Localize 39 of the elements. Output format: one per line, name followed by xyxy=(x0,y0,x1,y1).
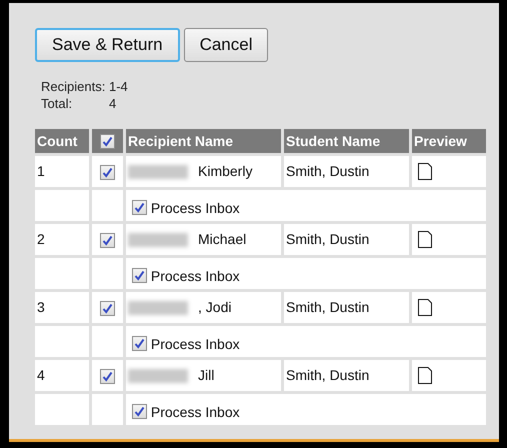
table-cell: 4 xyxy=(35,360,89,391)
recipient-name: Jill xyxy=(198,367,214,383)
checkbox[interactable] xyxy=(132,200,147,216)
checkbox[interactable] xyxy=(100,300,115,316)
table-cell: 2 xyxy=(35,224,89,255)
document-icon[interactable] xyxy=(418,367,432,384)
recipient-name: , Jodi xyxy=(198,299,232,315)
option-label: Process Inbox xyxy=(150,335,240,352)
table-cell: Smith, Dustin xyxy=(284,224,409,255)
summary-label: Recipients: xyxy=(41,78,106,95)
button[interactable]: Save & Return xyxy=(35,28,180,62)
checkbox[interactable] xyxy=(100,368,115,384)
button[interactable]: Cancel xyxy=(184,28,268,62)
column-header: Student Name xyxy=(284,129,409,153)
checkbox[interactable] xyxy=(132,268,147,284)
checkbox[interactable] xyxy=(132,404,147,420)
summary-label: Total: xyxy=(41,95,74,112)
table-cell: 1 xyxy=(35,156,89,187)
checkbox[interactable] xyxy=(132,336,147,352)
summary-value: 1-4 xyxy=(109,78,128,95)
option-label: Process Inbox xyxy=(150,403,240,420)
checkbox[interactable] xyxy=(100,164,115,180)
document-icon[interactable] xyxy=(418,299,432,316)
document-icon[interactable] xyxy=(418,163,432,180)
checkbox[interactable] xyxy=(100,232,115,248)
recipient-name: Michael xyxy=(198,231,246,247)
summary-value: 4 xyxy=(109,95,116,112)
table-cell: 3 xyxy=(35,292,89,323)
table-cell: Smith, Dustin xyxy=(284,360,409,391)
option-label: Process Inbox xyxy=(150,267,240,284)
option-label: Process Inbox xyxy=(150,199,240,216)
column-header: Count xyxy=(35,129,89,153)
column-header: Preview xyxy=(412,129,486,153)
checkbox[interactable] xyxy=(100,134,115,150)
recipient-name: Kimberly xyxy=(198,163,252,179)
column-header: Recipient Name xyxy=(126,129,281,153)
document-icon[interactable] xyxy=(418,231,432,248)
table-cell: Smith, Dustin xyxy=(284,292,409,323)
table-cell: Smith, Dustin xyxy=(284,156,409,187)
